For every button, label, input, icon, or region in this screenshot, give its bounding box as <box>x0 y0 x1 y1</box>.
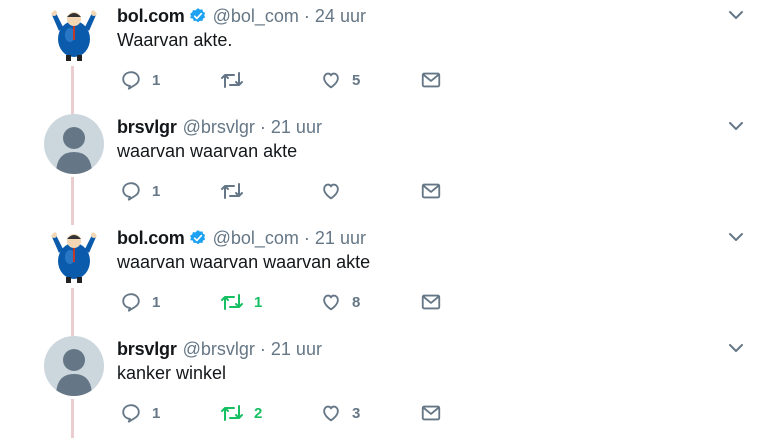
timestamp[interactable]: 21 uur <box>315 228 366 249</box>
thread-line <box>71 177 74 222</box>
chevron-down-icon[interactable] <box>727 117 745 135</box>
direct-message-button[interactable] <box>420 67 442 93</box>
tweet-text: kanker winkel <box>117 363 227 383</box>
direct-message-button[interactable] <box>420 178 442 204</box>
heart-icon <box>323 183 339 200</box>
tweet-text: Waarvan akte. <box>117 30 233 50</box>
author-name[interactable]: brsvlgr <box>117 117 177 138</box>
thread-line <box>71 66 74 111</box>
default-avatar[interactable] <box>44 114 104 174</box>
reply-count: 1 <box>152 404 161 422</box>
reply-button[interactable]: 1 <box>120 289 160 315</box>
author-handle[interactable]: @brsvlgr <box>183 117 255 138</box>
retweet-button[interactable] <box>220 67 254 93</box>
heart-icon <box>323 72 339 89</box>
reply-button[interactable]: 1 <box>120 400 160 426</box>
like-button[interactable]: 8 <box>320 289 360 315</box>
retweet-icon <box>221 72 243 88</box>
like-button[interactable]: 3 <box>320 400 360 426</box>
retweet-count: 2 <box>254 404 263 422</box>
retweet-icon <box>221 294 243 310</box>
separator: · <box>259 338 266 359</box>
thread-line <box>71 399 74 438</box>
chevron-down-icon[interactable] <box>727 228 745 246</box>
tweet-4[interactable]: brsvlgr @brsvlgr · 21 uur kanker winkel … <box>0 333 769 444</box>
like-count: 8 <box>352 293 361 311</box>
retweet-button[interactable]: 1 <box>220 289 262 315</box>
timestamp[interactable]: 21 uur <box>271 117 322 138</box>
retweet-icon <box>221 405 243 421</box>
like-count: 3 <box>352 404 361 422</box>
reply-icon <box>122 182 140 201</box>
reply-icon <box>122 71 140 90</box>
default-avatar[interactable] <box>44 336 104 396</box>
reply-icon <box>122 404 140 423</box>
tweet-1[interactable]: bol.com @bol_com · 24 uur Waarvan akte. … <box>0 0 769 111</box>
author-name[interactable]: brsvlgr <box>117 339 177 360</box>
retweet-button[interactable] <box>220 178 254 204</box>
envelope-icon <box>421 294 441 310</box>
tweet-2[interactable]: brsvlgr @brsvlgr · 21 uur waarvan waarva… <box>0 111 769 222</box>
chevron-down-icon[interactable] <box>727 6 745 24</box>
envelope-icon <box>421 405 441 421</box>
reply-button[interactable]: 1 <box>120 178 160 204</box>
separator: · <box>259 116 266 137</box>
reply-button[interactable]: 1 <box>120 67 160 93</box>
thread-line <box>71 288 74 333</box>
tweet-text: waarvan waarvan waarvan akte <box>117 252 371 272</box>
tweet-text: waarvan waarvan akte <box>117 141 298 161</box>
envelope-icon <box>421 183 441 199</box>
direct-message-button[interactable] <box>420 400 442 426</box>
author-handle[interactable]: @brsvlgr <box>183 339 255 360</box>
timestamp[interactable]: 24 uur <box>315 6 366 27</box>
separator: · <box>303 227 310 248</box>
like-button[interactable] <box>320 178 352 204</box>
like-count: 5 <box>352 71 361 89</box>
reply-icon <box>122 293 140 312</box>
reply-count: 1 <box>152 182 161 200</box>
retweet-icon <box>221 183 243 199</box>
reply-count: 1 <box>152 293 161 311</box>
reply-count: 1 <box>152 71 161 89</box>
separator: · <box>303 5 310 26</box>
heart-icon <box>323 405 339 422</box>
author-name[interactable]: bol.com <box>117 6 185 27</box>
author-name[interactable]: bol.com <box>117 228 185 249</box>
verified-badge-icon <box>189 7 207 25</box>
chevron-down-icon[interactable] <box>727 339 745 357</box>
author-handle[interactable]: @bol_com <box>213 228 299 249</box>
retweet-button[interactable]: 2 <box>220 400 262 426</box>
author-handle[interactable]: @bol_com <box>213 6 299 27</box>
timestamp[interactable]: 21 uur <box>271 339 322 360</box>
tweet-3[interactable]: bol.com @bol_com · 21 uur waarvan waarva… <box>0 222 769 333</box>
verified-badge-icon <box>189 229 207 247</box>
direct-message-button[interactable] <box>420 289 442 315</box>
heart-icon <box>323 294 339 311</box>
mascot-avatar[interactable] <box>44 3 104 63</box>
like-button[interactable]: 5 <box>320 67 360 93</box>
mascot-avatar[interactable] <box>44 225 104 285</box>
envelope-icon <box>421 72 441 88</box>
retweet-count: 1 <box>254 293 263 311</box>
